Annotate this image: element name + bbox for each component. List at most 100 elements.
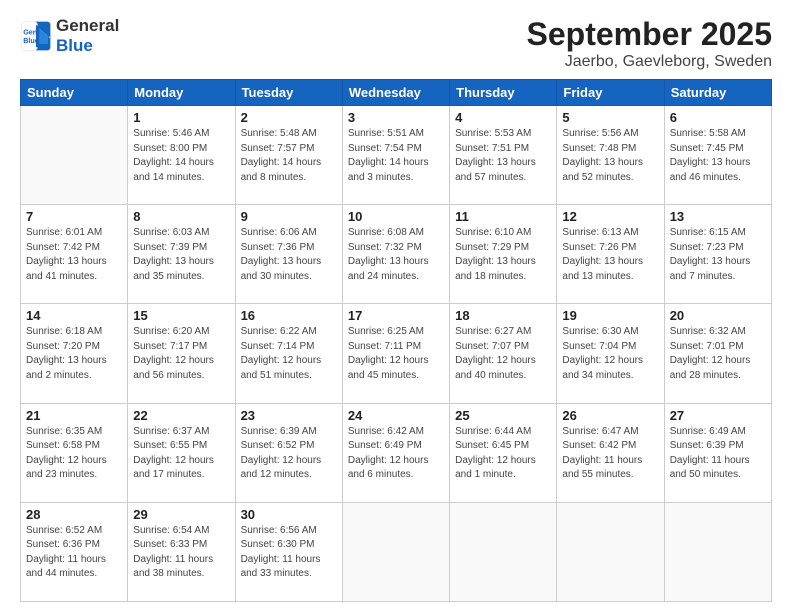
day-info: Sunrise: 6:15 AMSunset: 7:23 PMDaylight:… xyxy=(670,226,766,284)
day-number: 11 xyxy=(455,209,551,224)
day-info: Sunrise: 5:48 AMSunset: 7:57 PMDaylight:… xyxy=(241,127,337,185)
table-row xyxy=(21,106,128,205)
header-row: Sunday Monday Tuesday Wednesday Thursday… xyxy=(21,80,772,106)
day-number: 2 xyxy=(241,110,337,125)
table-row: 16 Sunrise: 6:22 AMSunset: 7:14 PMDayligh… xyxy=(235,304,342,403)
logo: General Blue General Blue xyxy=(20,16,119,57)
day-number: 22 xyxy=(133,408,229,423)
day-number: 3 xyxy=(348,110,444,125)
table-row: 24 Sunrise: 6:42 AMSunset: 6:49 PMDayligh… xyxy=(342,403,449,502)
day-number: 21 xyxy=(26,408,122,423)
day-number: 10 xyxy=(348,209,444,224)
day-number: 17 xyxy=(348,308,444,323)
table-row: 14Sunrise: 6:18 AMSunset: 7:20 PMDayligh… xyxy=(21,304,128,403)
table-row: 4 Sunrise: 5:53 AMSunset: 7:51 PMDaylight… xyxy=(450,106,557,205)
col-thursday: Thursday xyxy=(450,80,557,106)
col-saturday: Saturday xyxy=(664,80,771,106)
day-number: 7 xyxy=(26,209,122,224)
table-row: 9 Sunrise: 6:06 AMSunset: 7:36 PMDaylight… xyxy=(235,205,342,304)
col-monday: Monday xyxy=(128,80,235,106)
table-row: 5Sunrise: 5:56 AMSunset: 7:48 PMDaylight… xyxy=(557,106,664,205)
day-number: 29 xyxy=(133,507,229,522)
col-tuesday: Tuesday xyxy=(235,80,342,106)
day-number: 30 xyxy=(241,507,337,522)
day-number: 9 xyxy=(241,209,337,224)
day-number: 27 xyxy=(670,408,766,423)
table-row: 11 Sunrise: 6:10 AMSunset: 7:29 PMDayligh… xyxy=(450,205,557,304)
table-row: 15 Sunrise: 6:20 AMSunset: 7:17 PMDayligh… xyxy=(128,304,235,403)
table-row: 10 Sunrise: 6:08 AMSunset: 7:32 PMDayligh… xyxy=(342,205,449,304)
table-row: 13 Sunrise: 6:15 AMSunset: 7:23 PMDayligh… xyxy=(664,205,771,304)
day-number: 28 xyxy=(26,507,122,522)
day-info: Sunrise: 6:27 AMSunset: 7:07 PMDaylight:… xyxy=(455,325,551,383)
table-row: 7 Sunrise: 6:01 AMSunset: 7:42 PMDaylight… xyxy=(21,205,128,304)
logo-icon: General Blue xyxy=(20,20,52,52)
table-row: 27 Sunrise: 6:49 AMSunset: 6:39 PMDayligh… xyxy=(664,403,771,502)
table-row: 1 Sunrise: 5:46 AMSunset: 8:00 PMDaylight… xyxy=(128,106,235,205)
day-info: Sunrise: 5:51 AMSunset: 7:54 PMDaylight:… xyxy=(348,127,444,185)
col-friday: Friday xyxy=(557,80,664,106)
day-number: 1 xyxy=(133,110,229,125)
table-row: 6 Sunrise: 5:58 AMSunset: 7:45 PMDaylight… xyxy=(664,106,771,205)
day-info: Sunrise: 6:08 AMSunset: 7:32 PMDaylight:… xyxy=(348,226,444,284)
day-info: Sunrise: 6:30 AMSunset: 7:04 PMDaylight:… xyxy=(562,325,658,383)
logo-text-line1: General xyxy=(56,16,119,36)
table-row xyxy=(450,502,557,601)
day-number: 19 xyxy=(562,308,658,323)
table-row xyxy=(342,502,449,601)
calendar-title: September 2025 xyxy=(527,16,772,53)
day-number: 18 xyxy=(455,308,551,323)
table-row: 22 Sunrise: 6:37 AMSunset: 6:55 PMDayligh… xyxy=(128,403,235,502)
day-info: Sunrise: 6:37 AMSunset: 6:55 PMDaylight:… xyxy=(133,425,229,483)
table-row: 8Sunrise: 6:03 AMSunset: 7:39 PMDaylight… xyxy=(128,205,235,304)
day-info: Sunrise: 6:42 AMSunset: 6:49 PMDaylight:… xyxy=(348,425,444,483)
day-info: Sunrise: 6:56 AMSunset: 6:30 PMDaylight:… xyxy=(241,524,337,582)
day-number: 24 xyxy=(348,408,444,423)
day-info: Sunrise: 5:46 AMSunset: 8:00 PMDaylight:… xyxy=(133,127,229,185)
table-row: 28 Sunrise: 6:52 AMSunset: 6:36 PMDayligh… xyxy=(21,502,128,601)
col-wednesday: Wednesday xyxy=(342,80,449,106)
logo-text-line2: Blue xyxy=(56,36,119,56)
day-number: 15 xyxy=(133,308,229,323)
day-number: 12 xyxy=(562,209,658,224)
day-info: Sunrise: 6:01 AMSunset: 7:42 PMDaylight:… xyxy=(26,226,122,284)
table-row xyxy=(664,502,771,601)
day-info: Sunrise: 6:47 AMSunset: 6:42 PMDaylight:… xyxy=(562,425,658,483)
day-number: 4 xyxy=(455,110,551,125)
day-number: 13 xyxy=(670,209,766,224)
col-sunday: Sunday xyxy=(21,80,128,106)
table-row: 25 Sunrise: 6:44 AMSunset: 6:45 PMDayligh… xyxy=(450,403,557,502)
day-info: Sunrise: 6:06 AMSunset: 7:36 PMDaylight:… xyxy=(241,226,337,284)
table-row: 3 Sunrise: 5:51 AMSunset: 7:54 PMDaylight… xyxy=(342,106,449,205)
day-number: 25 xyxy=(455,408,551,423)
table-row: 18 Sunrise: 6:27 AMSunset: 7:07 PMDayligh… xyxy=(450,304,557,403)
day-number: 20 xyxy=(670,308,766,323)
day-info: Sunrise: 6:18 AMSunset: 7:20 PMDaylight:… xyxy=(26,325,122,383)
table-row: 29 Sunrise: 6:54 AMSunset: 6:33 PMDayligh… xyxy=(128,502,235,601)
day-number: 23 xyxy=(241,408,337,423)
day-info: Sunrise: 6:44 AMSunset: 6:45 PMDaylight:… xyxy=(455,425,551,483)
day-info: Sunrise: 6:52 AMSunset: 6:36 PMDaylight:… xyxy=(26,524,122,582)
table-row: 20 Sunrise: 6:32 AMSunset: 7:01 PMDayligh… xyxy=(664,304,771,403)
day-info: Sunrise: 5:58 AMSunset: 7:45 PMDaylight:… xyxy=(670,127,766,185)
title-block: September 2025 Jaerbo, Gaevleborg, Swede… xyxy=(527,16,772,71)
day-number: 8 xyxy=(133,209,229,224)
table-row: 30 Sunrise: 6:56 AMSunset: 6:30 PMDayligh… xyxy=(235,502,342,601)
table-row: 26 Sunrise: 6:47 AMSunset: 6:42 PMDayligh… xyxy=(557,403,664,502)
calendar-table: Sunday Monday Tuesday Wednesday Thursday… xyxy=(20,79,772,602)
day-number: 6 xyxy=(670,110,766,125)
day-info: Sunrise: 5:53 AMSunset: 7:51 PMDaylight:… xyxy=(455,127,551,185)
day-info: Sunrise: 6:13 AMSunset: 7:26 PMDaylight:… xyxy=(562,226,658,284)
day-info: Sunrise: 6:49 AMSunset: 6:39 PMDaylight:… xyxy=(670,425,766,483)
day-number: 26 xyxy=(562,408,658,423)
day-number: 16 xyxy=(241,308,337,323)
table-row: 17Sunrise: 6:25 AMSunset: 7:11 PMDayligh… xyxy=(342,304,449,403)
day-info: Sunrise: 6:32 AMSunset: 7:01 PMDaylight:… xyxy=(670,325,766,383)
table-row: 12 Sunrise: 6:13 AMSunset: 7:26 PMDayligh… xyxy=(557,205,664,304)
table-row: 21Sunrise: 6:35 AMSunset: 6:58 PMDayligh… xyxy=(21,403,128,502)
day-info: Sunrise: 6:20 AMSunset: 7:17 PMDaylight:… xyxy=(133,325,229,383)
day-info: Sunrise: 6:54 AMSunset: 6:33 PMDaylight:… xyxy=(133,524,229,582)
day-info: Sunrise: 6:10 AMSunset: 7:29 PMDaylight:… xyxy=(455,226,551,284)
day-info: Sunrise: 6:22 AMSunset: 7:14 PMDaylight:… xyxy=(241,325,337,383)
day-number: 5 xyxy=(562,110,658,125)
